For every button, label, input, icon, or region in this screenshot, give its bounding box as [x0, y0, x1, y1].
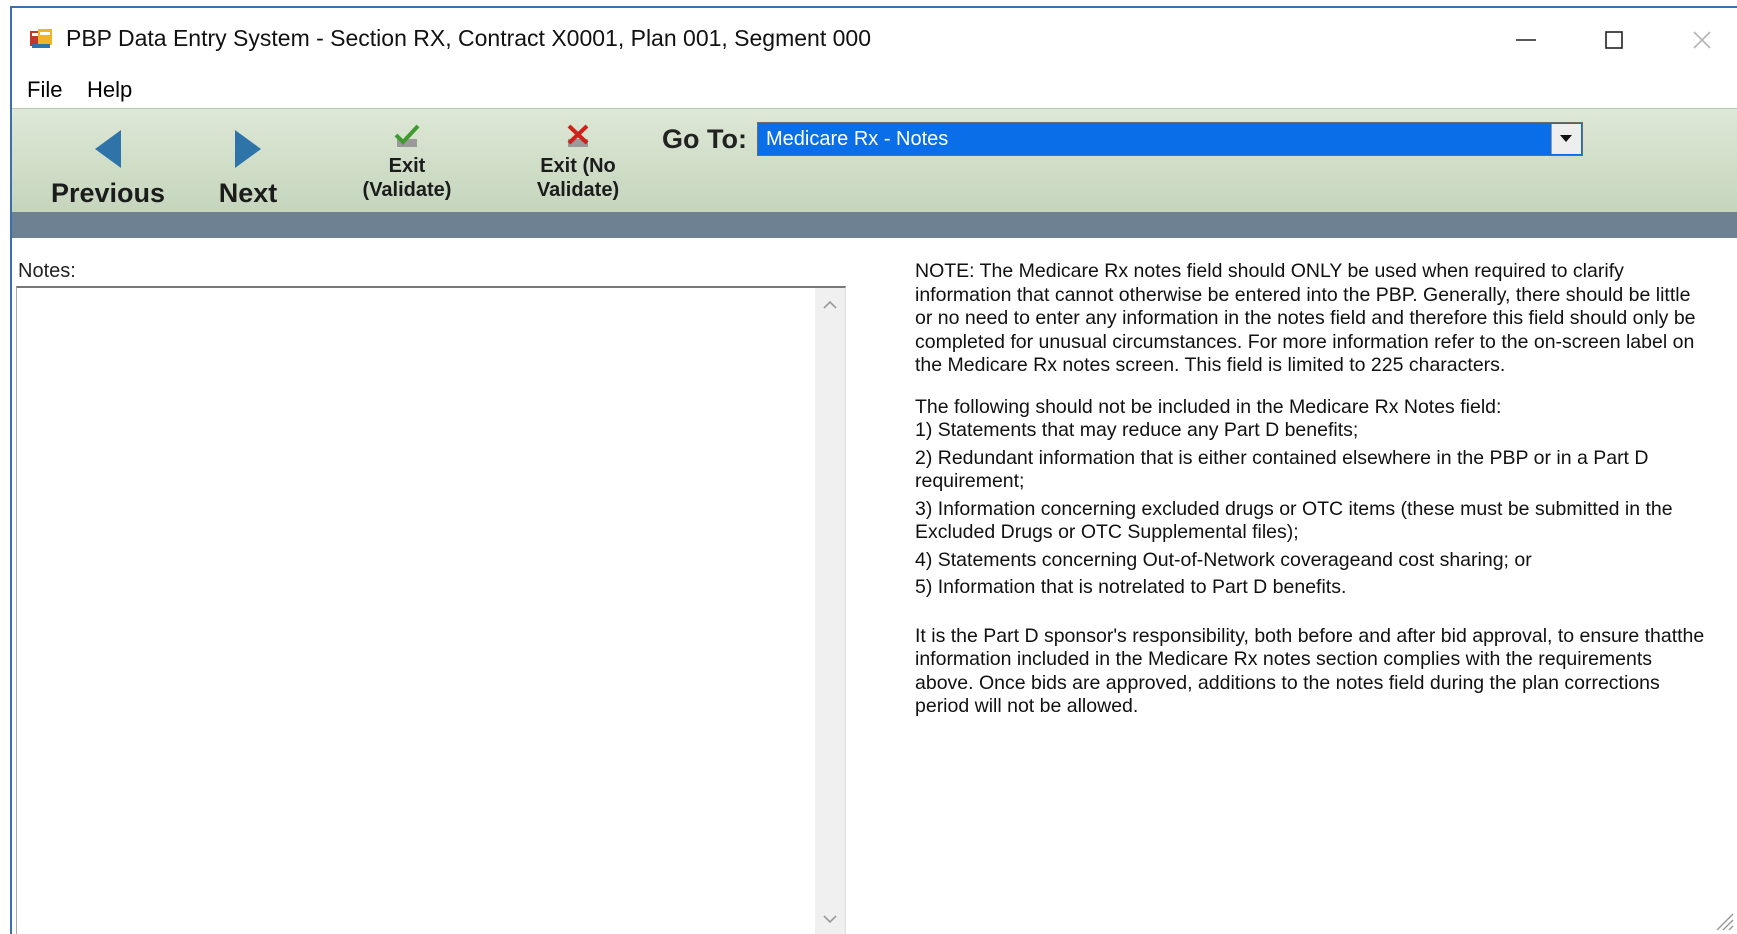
instructions-panel: NOTE: The Medicare Rx notes field should…: [915, 260, 1710, 719]
window-title: PBP Data Entry System - Section RX, Cont…: [66, 25, 871, 51]
exit-no-validate-label-1: Exit (No: [540, 155, 616, 177]
arrow-right-icon: [235, 130, 261, 168]
exclusion-item: 5) Information that is notrelated to Par…: [915, 576, 1347, 598]
separator-bar: [12, 212, 1737, 238]
arrow-left-icon: [95, 130, 121, 168]
goto-dropdown[interactable]: Medicare Rx - Notes: [757, 122, 1583, 156]
checkmark-icon: [394, 124, 420, 147]
notes-scrollbar[interactable]: [815, 288, 845, 934]
next-button[interactable]: Next: [208, 129, 288, 209]
closing-paragraph: It is the Part D sponsor's responsibilit…: [915, 624, 1705, 718]
exit-no-validate-label-2: Validate): [536, 179, 620, 201]
notes-label: Notes:: [18, 260, 76, 282]
previous-label: Previous: [50, 178, 166, 208]
app-window: PBP Data Entry System - Section RX, Cont…: [10, 6, 1737, 934]
exclusion-item: 2) Redundant information that is either …: [915, 446, 1649, 493]
app-window-icon: [30, 29, 52, 48]
exclusion-item: 3) Information concerning excluded drugs…: [915, 497, 1673, 544]
scroll-up-icon[interactable]: [815, 292, 845, 318]
exit-validate-label-1: Exit: [388, 155, 426, 177]
menu-help[interactable]: Help: [87, 77, 132, 103]
close-icon[interactable]: [1684, 22, 1720, 58]
exit-validate-button[interactable]: Exit (Validate): [347, 123, 467, 202]
exclusion-item: 1) Statements that may reduce any Part D…: [915, 419, 1359, 441]
x-mark-icon: [567, 124, 589, 147]
dropdown-arrow-button[interactable]: [1551, 124, 1581, 154]
menu-bar: File Help: [12, 70, 1737, 108]
maximize-icon[interactable]: [1596, 22, 1632, 58]
resize-grip-icon[interactable]: [1713, 910, 1735, 932]
toolbar: Previous Next Exit (Validate) Exit (No V…: [12, 108, 1737, 213]
exclusions-intro: The following should not be included in …: [915, 395, 1502, 418]
previous-button[interactable]: Previous: [40, 129, 176, 209]
menu-file[interactable]: File: [27, 77, 62, 103]
title-bar: PBP Data Entry System - Section RX, Cont…: [12, 8, 1737, 68]
exit-no-validate-button[interactable]: Exit (No Validate): [512, 123, 644, 202]
goto-selected-value: Medicare Rx - Notes: [766, 128, 949, 150]
note-paragraph: NOTE: The Medicare Rx notes field should…: [915, 260, 1696, 376]
minimize-icon[interactable]: [1508, 22, 1544, 58]
exit-validate-label-2: (Validate): [362, 179, 452, 201]
next-label: Next: [218, 178, 278, 208]
chevron-down-icon: [1560, 135, 1572, 142]
exclusion-item: 4) Statements concerning Out-of-Network …: [915, 548, 1532, 571]
scroll-down-icon[interactable]: [815, 906, 845, 932]
goto-label: Go To:: [662, 124, 747, 154]
notes-textarea[interactable]: [16, 286, 846, 934]
